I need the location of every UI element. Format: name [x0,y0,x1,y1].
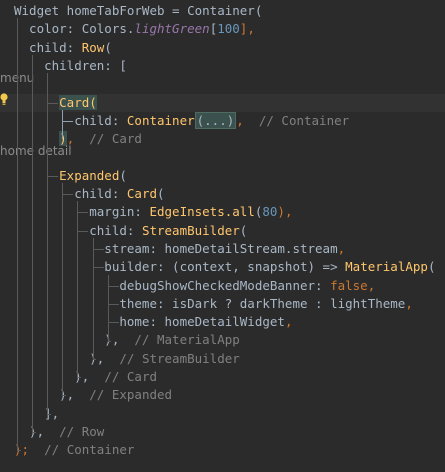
code-token: MaterialApp [345,259,428,275]
code-token: 100 [217,21,240,37]
indent-guide-connector [107,340,112,342]
code-token: , [236,112,244,128]
code-line[interactable]: ); // Container [14,441,134,459]
code-token: StreamBuilder [141,222,240,238]
indent-guide [62,183,64,396]
code-token: ( [254,3,263,18]
code-token: lightGreen [134,21,210,37]
code-token: Card( [59,94,97,110]
indent-guide-connector [62,120,74,122]
code-comment: // MaterialApp [119,332,240,348]
indent-guide-connector [92,358,97,360]
code-token: , [337,240,346,256]
code-token: ( [119,167,127,183]
code-comment: // Expanded [74,387,173,403]
code-token: ( [239,222,248,238]
indent-guide-connector [92,249,104,251]
code-token: Container [187,3,255,18]
lightbulb-icon[interactable] [0,92,8,106]
code-line[interactable]: child: Row( [14,39,112,57]
code-token: theme: isDark ? darkTheme : lightTheme [14,295,406,311]
code-line[interactable]: ), // Expanded [14,386,172,404]
code-comment: // Card [74,131,142,147]
indent-guide-connector [62,194,74,196]
indent-guide-connector [47,102,59,104]
indent-guide-connector [77,212,89,214]
code-line[interactable]: ), // Card [14,368,157,386]
indent-guide-connector [77,230,89,232]
code-token: ( [157,186,165,201]
indent-guide [107,274,109,341]
code-line[interactable]: theme: isDark ? darkTheme : lightTheme, [14,295,413,313]
code-token: ), [14,350,105,366]
code-token: ], [14,405,60,421]
code-line[interactable]: child: StreamBuilder( [14,222,247,240]
indent-guide-connector [47,413,51,415]
indent-guide-connector [62,395,66,397]
code-comment: // Card [89,369,157,384]
code-line[interactable]: child: Card( [14,185,165,203]
code-token: (...) [194,111,237,129]
code-token: Row [81,39,105,55]
code-token: 80 [262,204,278,220]
indent-guide-connector [107,303,119,305]
code-token: Container [126,112,195,128]
code-token: ( [427,259,436,275]
code-line[interactable]: Widget homeTabForWeb = Container( [14,2,262,20]
code-token: Widget homeTabForWeb = [14,3,188,18]
indent-guide [92,237,94,359]
code-token: , [405,295,413,311]
code-token: builder: (context, snapshot) => [14,259,346,275]
code-token: , [367,277,376,293]
indent-guide [77,201,79,378]
code-line[interactable]: stream: homeDetailStream.stream, [14,240,345,258]
indent-guide-connector [107,322,119,324]
code-token: ), [277,204,293,220]
indent-guide [32,54,34,433]
indent-guide [62,109,64,140]
code-token: child: [14,39,82,55]
code-comment: // Row [44,423,105,439]
code-token: , [284,314,293,330]
indent-guide-connector [47,175,59,177]
code-token: ( [104,39,112,55]
indent-guide [17,18,18,451]
indent-guide-connector [107,285,119,287]
code-comment: // Container [243,112,350,128]
indent-guide-connector [77,377,81,379]
code-line[interactable]: Expanded( [14,167,127,185]
code-line[interactable]: ], [14,405,59,423]
code-token: Expanded [59,167,120,183]
code-token: Card [126,186,157,201]
code-token: ], [239,21,255,37]
code-line[interactable]: color: Colors.lightGreen[100], [14,20,255,38]
indent-guide-connector [17,450,21,452]
code-line[interactable]: home: homeDetailWidget, [14,313,292,331]
code-token: false [330,277,368,293]
code-token: ), [14,332,120,348]
code-vision-hint[interactable]: home detail [0,142,72,160]
code-line[interactable]: debugShowCheckedModeBanner: false, [14,277,375,295]
code-token: ), [14,423,45,439]
code-comment: // Container [29,442,135,458]
indent-guide-connector [32,432,36,434]
code-comment: // StreamBuilder [104,350,240,366]
code-token: home: homeDetailWidget [14,314,285,330]
indent-guide [47,73,49,414]
code-line[interactable]: ), // Row [14,423,104,441]
code-token: EdgeInsets.all [149,204,255,220]
indent-guide-connector [92,267,104,269]
code-token: color: Colors. [14,21,135,37]
code-editor[interactable]: Widget homeTabForWeb = Container( color:… [0,0,445,472]
code-line[interactable]: margin: EdgeInsets.all(80), [14,203,292,221]
